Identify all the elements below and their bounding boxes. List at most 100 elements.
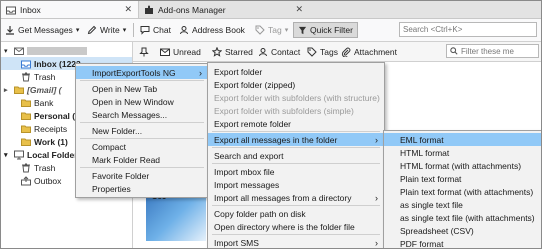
menu-item-label: New Folder... — [92, 125, 143, 136]
menu-separator — [80, 138, 204, 139]
close-tab-icon[interactable]: ✕ — [124, 4, 132, 15]
tags-filter-button[interactable]: Tags — [307, 45, 338, 58]
menu-item-single-text-file-with-attachments[interactable]: as single text file (with attachments) — [384, 211, 541, 224]
account-row[interactable]: ▾ — [1, 44, 132, 57]
paperclip-icon — [341, 47, 351, 57]
menu-separator — [212, 131, 380, 132]
tab-inbox[interactable]: Inbox ✕ — [1, 1, 139, 18]
sticky-filter-icon[interactable] — [139, 45, 149, 58]
get-messages-button[interactable]: Get Messages ▾ — [5, 23, 79, 37]
menu-item-export-folder[interactable]: Export folder — [208, 65, 384, 78]
starred-label: Starred — [225, 46, 253, 57]
chat-label: Chat — [153, 25, 171, 35]
menu-item-properties[interactable]: Properties — [76, 182, 208, 195]
menu-separator — [212, 163, 380, 164]
tab-addons-manager[interactable]: Add-ons Manager ✕ — [139, 1, 309, 18]
folder-label: Receipts — [34, 123, 68, 134]
folder-label: Local Folders — [27, 149, 83, 160]
close-tab-icon[interactable]: ✕ — [295, 4, 303, 15]
menu-item-html-with-attachments[interactable]: HTML format (with attachments) — [384, 159, 541, 172]
menu-item-export-subfolders-structure: Export folder with subfolders (with stru… — [208, 91, 384, 104]
folder-label: Work (1) — [34, 136, 68, 147]
funnel-icon — [298, 26, 307, 35]
chat-button[interactable]: Chat — [140, 23, 171, 37]
address-book-button[interactable]: Address Book — [179, 23, 245, 37]
menu-item-pdf-format[interactable]: PDF format — [384, 237, 541, 249]
menu-item-label: EML format — [400, 134, 444, 145]
tag-icon — [255, 25, 265, 35]
chevron-right-icon: › — [375, 192, 378, 203]
folder-icon — [14, 85, 24, 95]
folder-label: Inbox (1223 — [34, 58, 81, 69]
tag-icon — [307, 47, 317, 57]
menu-item-label: as single text file — [400, 199, 463, 210]
menu-item-open-directory[interactable]: Open directory where is the folder file — [208, 220, 384, 233]
menu-item-plain-text-with-attachments[interactable]: Plain text format (with attachments) — [384, 185, 541, 198]
menu-item-label: Export folder with subfolders (with stru… — [214, 92, 380, 103]
menu-item-eml-format[interactable]: EML format — [384, 133, 541, 146]
inbox-icon — [6, 5, 16, 15]
write-button[interactable]: Write ▾ — [87, 23, 126, 37]
menu-item-import-messages[interactable]: Import messages — [208, 178, 384, 191]
unread-icon — [160, 47, 170, 57]
account-name-redacted — [27, 46, 87, 55]
folder-context-menu: ImportExportTools NG › Open in New Tab O… — [75, 63, 209, 198]
tab-addons-label: Add-ons Manager — [158, 4, 226, 15]
menu-item-label: Search Messages... — [92, 109, 168, 120]
menu-item-export-folder-zipped[interactable]: Export folder (zipped) — [208, 78, 384, 91]
menu-item-search-and-export[interactable]: Search and export — [208, 149, 384, 162]
chevron-down-icon[interactable]: ▾ — [285, 26, 289, 34]
menu-item-label: Mark Folder Read — [92, 154, 161, 165]
menu-item-importexporttools[interactable]: ImportExportTools NG › — [76, 66, 208, 79]
unread-filter-button[interactable]: Unread — [160, 45, 201, 58]
menu-item-label: Properties — [92, 183, 131, 194]
contact-filter-button[interactable]: Contact — [258, 45, 300, 58]
menu-item-import-sms[interactable]: Import SMS › — [208, 236, 384, 248]
menu-item-label: Compact — [92, 141, 127, 152]
menu-item-mark-folder-read[interactable]: Mark Folder Read — [76, 153, 208, 166]
chevron-down-icon[interactable]: ▾ — [123, 26, 127, 34]
search-icon — [450, 47, 458, 57]
search-placeholder: Search <Ctrl+K> — [403, 25, 463, 34]
menu-item-label: Import messages — [214, 179, 280, 190]
chevron-right-icon: › — [199, 67, 202, 78]
trash-icon — [21, 163, 31, 173]
menu-item-copy-folder-path[interactable]: Copy folder path on disk — [208, 207, 384, 220]
menu-item-open-new-window[interactable]: Open in New Window — [76, 95, 208, 108]
quick-filter-button[interactable]: Quick Filter — [293, 22, 358, 38]
menu-item-search-messages[interactable]: Search Messages... — [76, 108, 208, 121]
menu-item-import-mbox[interactable]: Import mbox file — [208, 165, 384, 178]
chevron-down-icon[interactable]: ▾ — [4, 47, 14, 55]
attachment-filter-button[interactable]: Attachment — [341, 45, 397, 58]
menu-item-plain-text[interactable]: Plain text format — [384, 172, 541, 185]
menu-item-single-text-file[interactable]: as single text file — [384, 198, 541, 211]
starred-filter-button[interactable]: Starred — [212, 45, 253, 58]
menu-item-label: Plain text format (with attachments) — [400, 186, 534, 197]
chevron-right-icon[interactable]: ▸ — [4, 86, 14, 94]
menu-item-new-folder[interactable]: New Folder... — [76, 124, 208, 137]
menu-item-label: Copy folder path on disk — [214, 208, 306, 219]
chevron-right-icon: › — [375, 134, 378, 145]
menu-item-label: Export all messages in the folder — [214, 134, 338, 145]
attachment-label: Attachment — [354, 46, 397, 57]
menu-item-label: Open in New Tab — [92, 83, 158, 94]
menu-item-favorite-folder[interactable]: Favorite Folder — [76, 169, 208, 182]
tag-button[interactable]: Tag ▾ — [255, 23, 288, 37]
menu-item-label: HTML format (with attachments) — [400, 160, 522, 171]
chevron-down-icon[interactable]: ▾ — [76, 26, 80, 34]
menu-item-import-from-directory[interactable]: Import all messages from a directory › — [208, 191, 384, 204]
menu-item-export-all-messages[interactable]: Export all messages in the folder › — [208, 133, 384, 146]
menu-item-export-remote-folder[interactable]: Export remote folder — [208, 117, 384, 130]
filter-messages-input[interactable]: Filter these me — [446, 44, 539, 58]
menu-item-open-new-tab[interactable]: Open in New Tab — [76, 82, 208, 95]
tags-label: Tags — [320, 46, 338, 57]
chevron-down-icon[interactable]: ▾ — [4, 151, 14, 159]
folder-icon — [21, 111, 31, 121]
menu-item-compact[interactable]: Compact — [76, 140, 208, 153]
global-search-input[interactable]: Search <Ctrl+K> — [399, 22, 537, 37]
menu-item-label: ImportExportTools NG — [92, 67, 176, 78]
tab-bar: Inbox ✕ Add-ons Manager ✕ — [1, 1, 541, 19]
menu-item-html-format[interactable]: HTML format — [384, 146, 541, 159]
menu-item-label: Spreadsheet (CSV) — [400, 225, 474, 236]
menu-item-spreadsheet-csv[interactable]: Spreadsheet (CSV) — [384, 224, 541, 237]
